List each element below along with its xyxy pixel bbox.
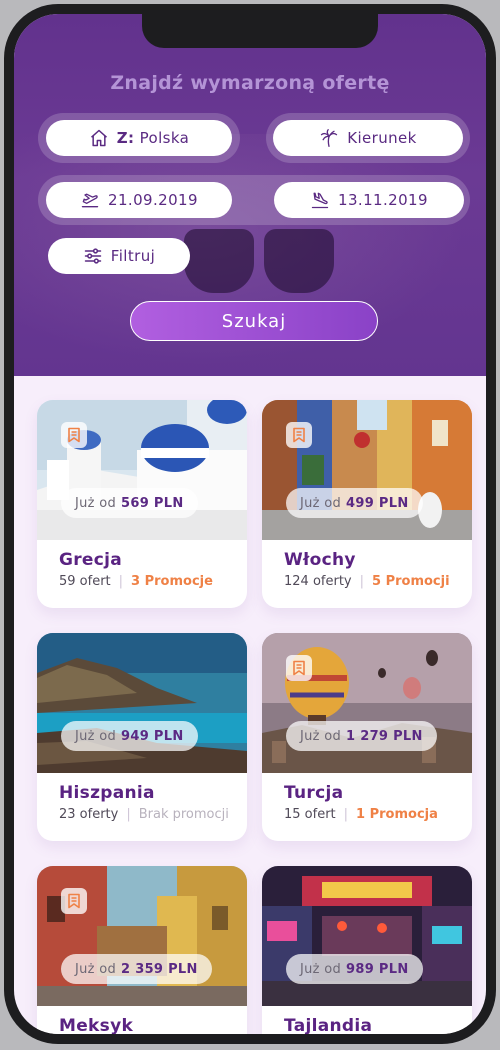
price-value: 569 PLN: [121, 495, 184, 511]
filter-label: Filtruj: [110, 247, 156, 265]
phone-frame: Znajdź wymarzoną ofertę Z: Polska Kierun…: [4, 4, 496, 1044]
offer-count: 15 ofert: [284, 807, 336, 822]
offer-meta: 15 ofert | 1 Promocja: [284, 807, 438, 822]
bookmark-icon[interactable]: [61, 888, 87, 914]
offer-image: [37, 633, 247, 773]
offer-count: 124 oferty: [284, 574, 352, 589]
price-badge: Już od 949 PLN: [61, 721, 198, 751]
return-date-field[interactable]: 13.11.2019: [274, 182, 464, 218]
offer-count: 23 oferty: [59, 807, 119, 822]
price-value: 989 PLN: [346, 961, 409, 977]
price-value: 2 359 PLN: [121, 961, 198, 977]
plane-landing-icon: [311, 192, 329, 209]
offers-grid: Już od 569 PLN Grecja 59 ofert | 3 Promo…: [14, 376, 486, 1034]
offer-name: Turcja: [284, 783, 344, 803]
plane-takeoff-icon: [81, 193, 99, 208]
departure-date-field[interactable]: 21.09.2019: [46, 182, 232, 218]
price-badge: Już od 499 PLN: [286, 488, 423, 518]
app-screen: Znajdź wymarzoną ofertę Z: Polska Kierun…: [14, 14, 486, 1034]
price-value: 1 279 PLN: [346, 728, 423, 744]
bookmark-icon[interactable]: [286, 422, 312, 448]
offer-promo: 3 Promocje: [131, 574, 213, 589]
offer-name: Włochy: [284, 550, 356, 570]
offer-card-meksyk[interactable]: Już od 2 359 PLN Meksyk: [37, 866, 247, 1034]
departure-date: 21.09.2019: [108, 191, 198, 209]
offer-image: [262, 633, 472, 773]
filter-button[interactable]: Filtruj: [48, 238, 190, 274]
offer-card-wlochy[interactable]: Już od 499 PLN Włochy 124 oferty | 5 Pro…: [262, 400, 472, 608]
offer-image: [262, 400, 472, 540]
offer-image: [37, 400, 247, 540]
offer-image: [262, 866, 472, 1006]
price-prefix: Już od: [300, 728, 342, 744]
offer-name: Meksyk: [59, 1016, 134, 1034]
bookmark-icon[interactable]: [61, 422, 87, 448]
destination-field[interactable]: Kierunek: [273, 120, 463, 156]
offer-image: [37, 866, 247, 1006]
offer-name: Grecja: [59, 550, 123, 570]
offer-promo: 5 Promocji: [372, 574, 450, 589]
price-value: 949 PLN: [121, 728, 184, 744]
search-header: Znajdź wymarzoną ofertę Z: Polska Kierun…: [14, 14, 486, 376]
search-button[interactable]: Szukaj: [130, 301, 378, 341]
price-badge: Już od 2 359 PLN: [61, 954, 212, 984]
meta-divider: |: [118, 574, 124, 589]
sunglasses-image: [184, 229, 334, 299]
meta-divider: |: [126, 807, 131, 822]
offer-card-tajlandia[interactable]: Już od 989 PLN Tajlandia: [262, 866, 472, 1034]
price-prefix: Już od: [75, 961, 117, 977]
price-prefix: Już od: [300, 495, 342, 511]
price-prefix: Już od: [75, 728, 117, 744]
offer-meta: 59 ofert | 3 Promocje: [59, 574, 213, 589]
search-title: Znajdź wymarzoną ofertę: [110, 72, 390, 94]
price-badge: Już od 1 279 PLN: [286, 721, 437, 751]
offer-card-hiszpania[interactable]: Już od 949 PLN Hiszpania 23 oferty | Bra…: [37, 633, 247, 841]
price-badge: Już od 989 PLN: [286, 954, 423, 984]
phone-notch: [142, 14, 378, 48]
price-badge: Już od 569 PLN: [61, 488, 198, 518]
price-prefix: Już od: [75, 495, 117, 511]
from-prefix: Z:: [116, 129, 135, 147]
home-icon: [90, 129, 107, 147]
offer-card-grecja[interactable]: Już od 569 PLN Grecja 59 ofert | 3 Promo…: [37, 400, 247, 608]
filter-sliders-icon: [84, 248, 102, 264]
offer-meta: 124 oferty | 5 Promocji: [284, 574, 450, 589]
price-prefix: Już od: [300, 961, 342, 977]
destination-label: Kierunek: [347, 129, 417, 147]
bookmark-icon[interactable]: [286, 655, 312, 681]
meta-divider: |: [359, 574, 364, 589]
return-date: 13.11.2019: [338, 191, 428, 209]
offer-card-turcja[interactable]: Już od 1 279 PLN Turcja 15 ofert | 1 Pro…: [262, 633, 472, 841]
palm-tree-icon: [321, 129, 338, 147]
search-button-label: Szukaj: [221, 310, 287, 332]
from-value: Polska: [139, 129, 190, 147]
offer-meta: 23 oferty | Brak promocji: [59, 807, 229, 822]
from-field[interactable]: Z: Polska: [46, 120, 232, 156]
offer-name: Hiszpania: [59, 783, 155, 803]
offer-name: Tajlandia: [284, 1016, 373, 1034]
price-value: 499 PLN: [346, 495, 409, 511]
offer-promo: 1 Promocja: [356, 807, 438, 822]
offer-count: 59 ofert: [59, 574, 111, 589]
offer-promo: Brak promocji: [138, 807, 229, 822]
meta-divider: |: [343, 807, 349, 822]
